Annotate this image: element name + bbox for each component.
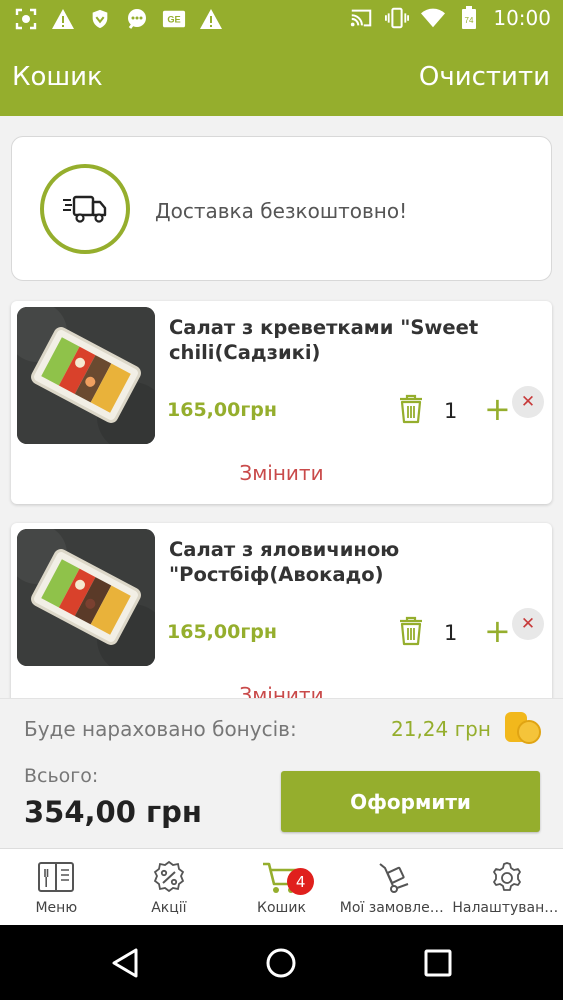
nav-item-settings[interactable]: Налаштування [450,849,563,926]
item-price: 165,00грн [167,399,277,421]
cast-icon [349,6,373,30]
delivery-info-card: Доставка безкоштовно! [11,136,552,281]
system-navigation-bar [0,925,563,1000]
change-item-link[interactable]: Змінити [11,683,552,698]
clear-cart-button[interactable]: Очистити [419,62,550,92]
nav-label: Мої замовлення [339,900,451,916]
item-name: Салат з яловичиною "Ростбіф(Авокадо) [169,538,400,586]
vibrate-icon [385,6,410,30]
item-name: Салат з креветками "Sweet chili(Садзикі) [169,316,479,364]
warning-icon [51,7,75,31]
page-title: Кошик [12,62,103,92]
total-value: 354,00 грн [24,795,202,829]
nav-label: Акції [151,900,187,916]
coin-icon [503,710,543,746]
item-photo [17,529,155,666]
battery-icon: 74 [457,6,481,30]
delivery-text: Доставка безкоштовно! [155,199,408,223]
total-label: Всього: [24,765,99,787]
back-icon[interactable] [107,945,143,981]
orders-icon [374,860,414,896]
order-summary: Буде нараховано бонусів: 21,24 грн Всьог… [0,698,563,848]
delivery-truck-icon [40,164,130,254]
screenshot-icon [14,7,38,31]
cart-item: Салат з яловичиною "Ростбіф(Авокадо) 165… [11,523,552,698]
app-bar: Кошик Очистити [0,40,563,116]
recent-apps-icon[interactable] [420,945,456,981]
menu-book-icon [36,860,76,896]
change-item-link[interactable]: Змінити [11,461,552,485]
status-bar-system: 74 10:00 [349,6,551,30]
nav-label: Кошик [257,900,306,916]
increase-quantity-button[interactable]: + [484,393,511,425]
cart-count-badge: 4 [287,868,315,895]
cart-item: Салат з креветками "Sweet chili(Садзикі)… [11,301,552,504]
nav-label: Налаштування [452,900,562,916]
clock-time: 10:00 [493,6,551,30]
nav-item-my-orders[interactable]: Мої замовлення [338,849,451,926]
item-price: 165,00грн [167,621,277,643]
nav-item-menu[interactable]: Меню [0,849,113,926]
nav-label: Меню [35,900,78,916]
status-bar-notifications: GE [14,7,223,31]
warning-icon [199,7,223,31]
item-quantity: 1 [444,621,458,645]
checkout-button[interactable]: Оформити [281,771,540,832]
svg-text:GE: GE [167,15,180,25]
bonus-value: 21,24 грн [391,717,491,741]
nav-item-promotions[interactable]: Акції [113,849,226,926]
bonus-label: Буде нараховано бонусів: [24,717,297,741]
nav-item-cart[interactable]: 4 Кошик [225,849,338,926]
svg-text:74: 74 [465,16,474,25]
bottom-navigation: Меню Акції 4 Кошик Мої замовлення Налашт… [0,848,563,925]
discount-icon [149,860,189,896]
home-icon[interactable] [263,945,299,981]
chat-icon [125,7,149,31]
cart-content[interactable]: Доставка безкоштовно! Салат з креветками [0,116,563,698]
shield-icon [88,7,112,31]
item-photo [17,307,155,444]
wifi-icon [421,6,446,30]
news-icon: GE [162,7,186,31]
increase-quantity-button[interactable]: + [484,615,511,647]
item-quantity: 1 [444,399,458,423]
settings-icon [487,860,527,896]
trash-icon[interactable] [398,394,424,424]
trash-icon[interactable] [398,616,424,646]
status-bar: GE 74 10:00 [0,0,563,40]
remove-item-button[interactable]: ✕ [512,386,544,418]
remove-item-button[interactable]: ✕ [512,608,544,640]
